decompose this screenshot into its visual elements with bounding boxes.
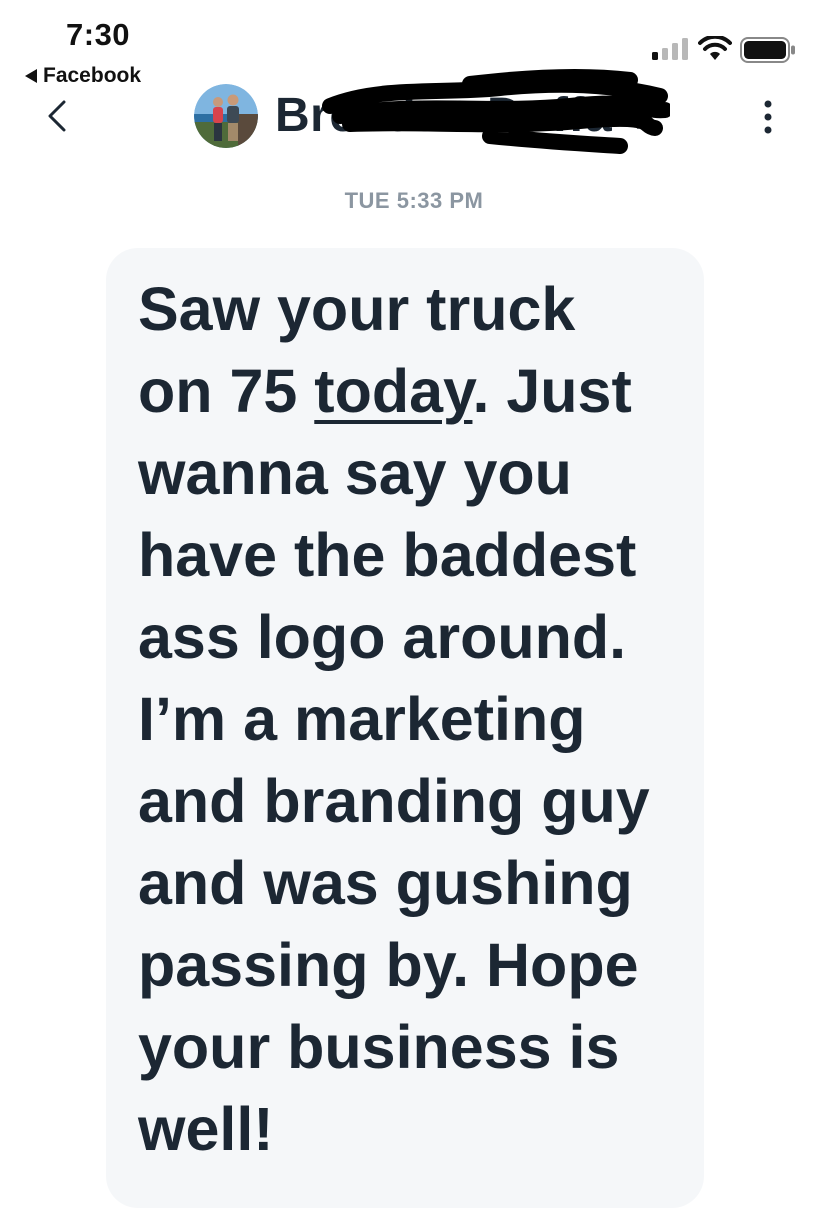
back-chevron-icon[interactable]: [44, 98, 72, 134]
message-line: passing by. Hope: [138, 931, 639, 999]
message-line: have the baddest: [138, 521, 637, 589]
message-line-segment: on 75: [138, 357, 315, 425]
message-timestamp: TUE 5:33 PM: [344, 188, 484, 213]
message-line: and branding guy: [138, 767, 650, 835]
wifi-icon: [698, 36, 732, 60]
message-line: on 75 today. Just: [138, 350, 688, 432]
message-line: Saw your truck: [138, 275, 576, 343]
message-line: wanna say you: [138, 439, 572, 507]
back-triangle-icon: [25, 69, 37, 83]
message-text: Saw your truck on 75 today. Just wanna s…: [138, 268, 688, 1170]
cellular-signal-icon: [652, 38, 688, 60]
message-line: I’m a marketing: [138, 685, 586, 753]
battery-icon: [740, 37, 795, 63]
more-options-icon[interactable]: [760, 100, 776, 134]
message-line: and was gushing: [138, 849, 633, 917]
message-line-segment: . Just: [472, 357, 632, 425]
date-link[interactable]: today: [314, 357, 472, 425]
back-to-app-link[interactable]: Facebook: [25, 64, 141, 88]
message-line: ass logo around.: [138, 603, 627, 671]
back-app-label: Facebook: [43, 64, 142, 87]
message-line: well!: [138, 1095, 274, 1163]
avatar[interactable]: [194, 84, 258, 148]
message-line: your business is: [138, 1013, 620, 1081]
name-redaction-scribble: [322, 69, 670, 154]
status-time: 7:30: [66, 17, 131, 52]
